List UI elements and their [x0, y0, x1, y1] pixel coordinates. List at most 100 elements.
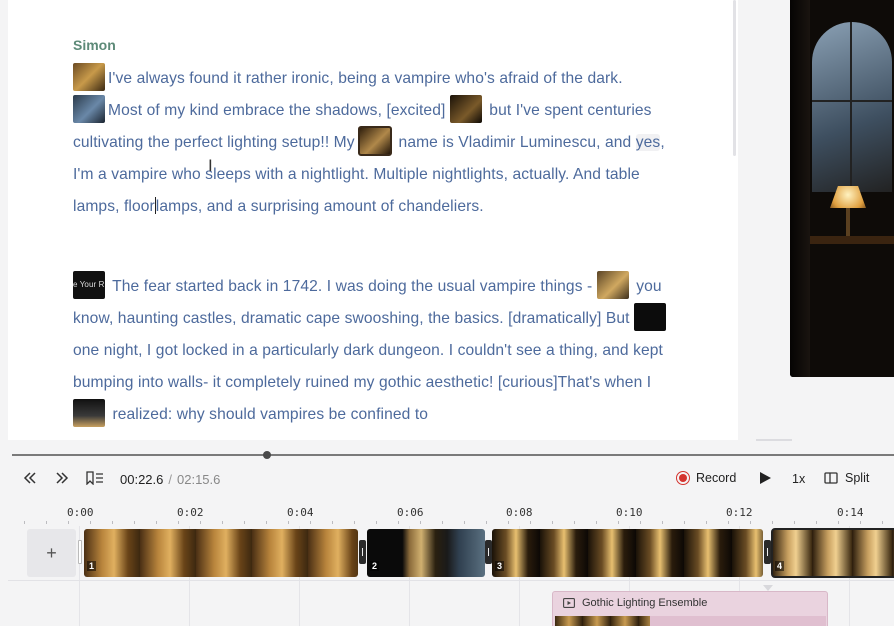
ruler-tick-label: 0:04	[287, 506, 314, 519]
ruler-minor-tick	[662, 521, 663, 524]
clip-trim-handle[interactable]	[359, 540, 366, 564]
track-divider	[8, 580, 894, 581]
record-button[interactable]: Record	[676, 471, 736, 485]
ruler-tick-label: 0:10	[616, 506, 643, 519]
ruler-minor-tick	[420, 521, 421, 524]
add-clip-button[interactable]: +	[27, 529, 76, 577]
scene-thumbnail[interactable]	[73, 399, 105, 427]
preview-table	[810, 236, 894, 244]
ruler-minor-tick	[772, 521, 773, 524]
ruler-minor-tick	[398, 521, 399, 524]
ruler-minor-tick	[508, 521, 509, 524]
playback-scrubber[interactable]	[12, 454, 894, 456]
video-preview[interactable]	[790, 0, 894, 377]
ruler-minor-tick	[816, 521, 817, 524]
ensemble-thumbnail	[555, 616, 650, 626]
ruler-tick-label: 0:00	[67, 506, 94, 519]
preview-window-bar	[812, 100, 892, 102]
ruler-minor-tick	[288, 521, 289, 524]
script-text: I've always found it rather ironic, bein…	[108, 70, 623, 87]
text-cursor-icon: I	[208, 156, 213, 175]
ruler-minor-tick	[640, 521, 641, 524]
ruler-minor-tick	[486, 521, 487, 524]
scene-thumbnail[interactable]	[634, 303, 666, 331]
clip-number: 4	[775, 561, 785, 571]
preview-window-bar	[850, 22, 852, 192]
ruler-tick-label: 0:08	[506, 506, 533, 519]
scene-thumbnail[interactable]	[73, 95, 105, 123]
timeline-ruler[interactable]: 0:00 0:02 0:04 0:06 0:08 0:10 0:12 0:14	[0, 500, 894, 526]
ruler-tick-label: 0:02	[177, 506, 204, 519]
ensemble-clip[interactable]: Gothic Lighting Ensemble	[552, 591, 828, 626]
bookmark-list-icon[interactable]	[86, 471, 104, 485]
timeline-clip[interactable]: 3	[492, 529, 763, 577]
ruler-minor-tick	[618, 521, 619, 524]
clip-trim-handle[interactable]	[485, 540, 492, 564]
ruler-minor-tick	[596, 521, 597, 524]
scene-thumbnail[interactable]	[596, 271, 629, 299]
ruler-minor-tick	[574, 521, 575, 524]
ruler-minor-tick	[882, 521, 883, 524]
scene-thumbnail[interactable]	[449, 95, 482, 123]
ruler-minor-tick	[332, 521, 333, 524]
timeline-clip[interactable]: 1	[84, 529, 358, 577]
video-icon	[563, 598, 575, 608]
script-text: The fear started back in 1742. I was doi…	[112, 278, 593, 295]
ruler-minor-tick	[684, 521, 685, 524]
preview-lamp-base	[846, 208, 850, 236]
script-text: name is Vladimir Luminescu, and	[398, 134, 632, 151]
script-text: realized: why should vampires be confine…	[112, 406, 429, 423]
time-display: 00:22.6 / 02:15.6	[120, 472, 220, 487]
script-text: one night, I got locked in a particularl…	[73, 342, 663, 391]
ensemble-label: Gothic Lighting Ensemble	[582, 597, 708, 609]
script-paragraph[interactable]: I've always found it rather ironic, bein…	[73, 63, 673, 223]
ruler-minor-tick	[354, 521, 355, 524]
scene-thumbnail[interactable]	[73, 63, 105, 91]
time-separator: /	[168, 472, 172, 487]
ruler-minor-tick	[68, 521, 69, 524]
ruler-minor-tick	[442, 521, 443, 524]
ruler-minor-tick	[530, 521, 531, 524]
ruler-minor-tick	[90, 521, 91, 524]
ruler-minor-tick	[266, 521, 267, 524]
timeline-clip[interactable]: 2	[367, 529, 485, 577]
chevron-double-left-icon[interactable]	[22, 471, 38, 485]
play-icon[interactable]	[760, 472, 771, 484]
ruler-minor-tick	[24, 521, 25, 524]
script-text: lamps, and a surprising amount of chande…	[155, 198, 484, 215]
clip-number: 2	[370, 561, 380, 571]
track-start-handle[interactable]	[78, 540, 82, 564]
ruler-minor-tick	[310, 521, 311, 524]
speed-button[interactable]: 1x	[792, 472, 805, 486]
scene-thumbnail-selected[interactable]	[358, 126, 393, 156]
clip-trim-handle[interactable]	[764, 540, 771, 564]
ruler-minor-tick	[860, 521, 861, 524]
ensemble-header: Gothic Lighting Ensemble	[563, 597, 707, 609]
ruler-minor-tick	[552, 521, 553, 524]
split-button[interactable]: Split	[824, 471, 869, 485]
clip-number: 3	[495, 561, 505, 571]
preview-window	[812, 22, 892, 192]
record-icon	[676, 471, 690, 485]
script-paragraph[interactable]: e Your R The fear started back in 1742. …	[73, 271, 673, 431]
ruler-minor-tick	[46, 521, 47, 524]
ruler-minor-tick	[222, 521, 223, 524]
script-text: Most of my kind embrace the shadows, [ex…	[108, 102, 446, 119]
ruler-minor-tick	[838, 521, 839, 524]
ruler-minor-tick	[200, 521, 201, 524]
highlighted-word[interactable]: yes	[635, 134, 661, 151]
ruler-minor-tick	[706, 521, 707, 524]
ruler-minor-tick	[244, 521, 245, 524]
script-editor[interactable]: Simon I've always found it rather ironic…	[8, 0, 738, 440]
speaker-name[interactable]: Simon	[73, 37, 116, 53]
chevron-double-right-icon[interactable]	[54, 471, 70, 485]
timeline-clip-selected[interactable]: 4	[771, 528, 894, 578]
editor-scrollbar[interactable]	[733, 0, 736, 156]
divider	[756, 439, 792, 441]
ensemble-strip	[650, 616, 826, 626]
playhead-knob[interactable]	[262, 451, 271, 459]
preview-curtain	[790, 0, 810, 377]
split-icon	[824, 472, 838, 484]
ruler-minor-tick	[728, 521, 729, 524]
scene-thumbnail[interactable]: e Your R	[73, 271, 105, 299]
